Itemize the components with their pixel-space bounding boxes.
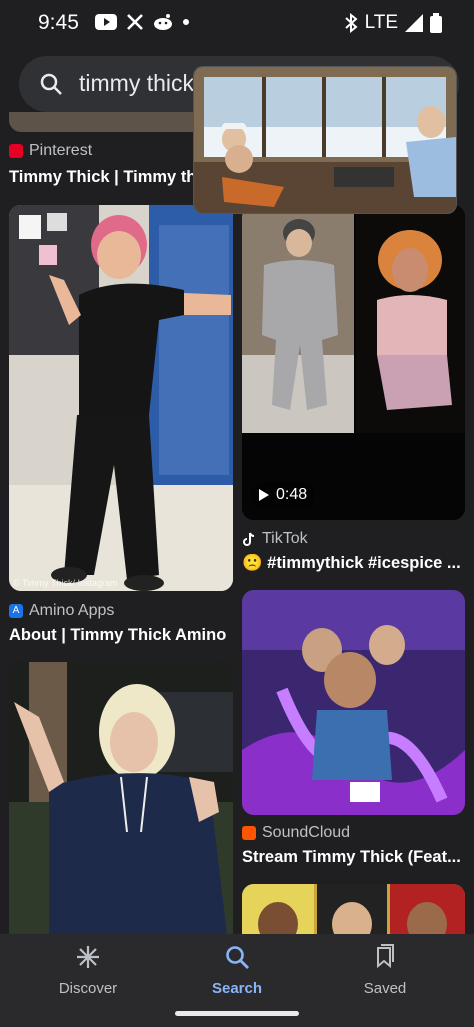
result-title[interactable]: Stream Timmy Thick (Feat... <box>242 848 465 867</box>
tiktok-icon <box>243 532 255 546</box>
collage-thumbnail <box>242 884 465 934</box>
result-title[interactable]: About | Timmy Thick Amino <box>9 626 233 645</box>
bluetooth-icon <box>344 13 358 33</box>
home-indicator[interactable] <box>175 1011 299 1016</box>
result-source: SoundCloud <box>242 824 350 842</box>
result-image[interactable]: © Timmy Thick/ Instagram <box>9 205 233 591</box>
nav-saved[interactable]: Saved <box>325 944 445 997</box>
result-image[interactable] <box>242 590 465 815</box>
asterisk-icon <box>77 946 99 968</box>
reddit-icon <box>154 14 172 30</box>
amino-icon: A <box>9 604 23 618</box>
saved-collections-icon <box>377 944 394 969</box>
search-input[interactable]: timmy thick <box>79 70 194 97</box>
network-type: LTE <box>364 12 398 33</box>
search-icon <box>39 72 63 101</box>
play-icon <box>259 489 269 501</box>
image-results-feed[interactable]: Pinterest Timmy Thick | Timmy thi © Timm… <box>0 112 474 934</box>
more-notifications-icon <box>183 19 189 25</box>
status-right: LTE <box>344 12 442 34</box>
nav-saved-label: Saved <box>363 980 407 997</box>
nav-search-label: Search <box>211 980 263 997</box>
x-icon <box>127 14 143 30</box>
result-source: TikTok <box>242 530 308 548</box>
search-icon <box>226 946 249 969</box>
picture-in-picture-video[interactable] <box>193 66 457 214</box>
result-image[interactable] <box>242 884 465 934</box>
soundcloud-icon <box>242 826 256 840</box>
signal-icon <box>405 14 423 32</box>
nav-discover-label: Discover <box>58 980 118 997</box>
status-time: 9:45 <box>38 11 79 34</box>
notification-icons <box>95 13 190 31</box>
pip-video-frame <box>194 67 456 213</box>
image-watermark: © Timmy Thick/ Instagram <box>13 578 118 588</box>
result-video[interactable]: 0:48 <box>242 205 465 520</box>
result-source: Pinterest <box>9 142 92 160</box>
result-title[interactable]: 🙁 #timmythick #icespice ... <box>242 554 465 573</box>
youtube-icon <box>95 14 117 30</box>
video-thumbnail <box>242 205 465 520</box>
person-photo <box>9 205 233 591</box>
nav-discover[interactable]: Discover <box>28 944 148 997</box>
frown-emoji: 🙁 <box>242 554 263 572</box>
result-image[interactable] <box>9 662 233 934</box>
nav-search[interactable]: Search <box>177 944 297 997</box>
album-art <box>242 590 465 815</box>
pinterest-icon <box>9 144 23 158</box>
battery-icon <box>430 13 442 33</box>
person-photo <box>9 662 233 934</box>
status-bar: 9:45 LTE <box>0 0 474 48</box>
video-duration: 0:48 <box>250 482 316 508</box>
result-source: A Amino Apps <box>9 602 114 620</box>
